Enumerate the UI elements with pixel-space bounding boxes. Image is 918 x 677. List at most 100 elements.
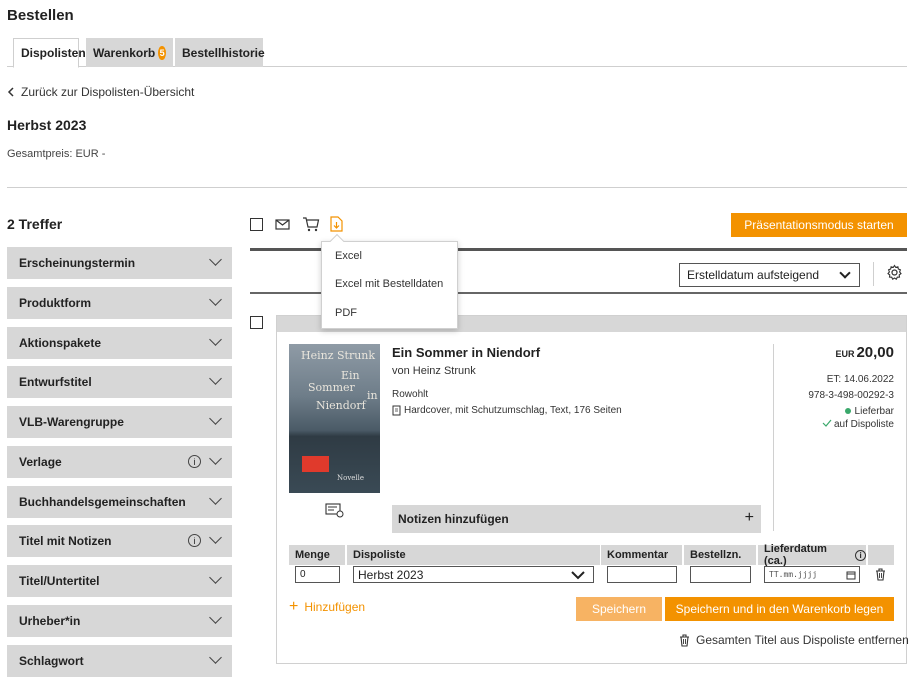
chevron-down-icon	[209, 651, 222, 664]
column-header: Dispoliste	[347, 545, 600, 565]
save-button[interactable]: Speichern	[576, 597, 662, 621]
quantity-input[interactable]: 0	[295, 566, 340, 583]
book-publisher: Rowohlt	[392, 389, 429, 400]
filter-entwurfstitel[interactable]: Entwurfstitel	[7, 366, 232, 398]
trash-icon[interactable]	[875, 568, 886, 581]
results-count: 2 Treffer	[7, 216, 63, 232]
page-title: Bestellen	[7, 7, 74, 24]
filter-label: Titel mit Notizen	[19, 534, 112, 548]
release-date: ET: 14.06.2022	[826, 374, 894, 385]
gear-icon[interactable]	[886, 264, 903, 281]
filter-verlage[interactable]: Verlage i	[7, 446, 232, 478]
book-author: von Heinz Strunk	[392, 365, 476, 377]
select-all-checkbox[interactable]	[250, 218, 263, 231]
info-icon[interactable]: i	[188, 534, 201, 547]
presentation-mode-button[interactable]: Präsentationsmodus starten	[731, 213, 907, 237]
availability-text: Lieferbar	[854, 406, 894, 417]
menu-item-pdf[interactable]: PDF	[335, 307, 357, 319]
filter-titel-mit-notizen[interactable]: Titel mit Notizen i	[7, 525, 232, 557]
filter-label: Titel/Untertitel	[19, 574, 100, 588]
trash-icon	[680, 633, 689, 647]
tab-bar: Dispolisten Warenkorb 5 Bestellhistorie	[7, 38, 907, 68]
remove-title-link[interactable]: Gesamten Titel aus Dispoliste entfernen	[679, 633, 909, 647]
book-format-text: Hardcover, mit Schutzumschlag, Text, 176…	[404, 405, 622, 416]
book-icon	[392, 405, 401, 416]
info-icon[interactable]: i	[188, 455, 201, 468]
save-and-add-to-cart-button[interactable]: Speichern und in den Warenkorb legen	[665, 597, 894, 621]
filter-buchhandelsgemeinschaften[interactable]: Buchhandelsgemeinschaften	[7, 486, 232, 518]
cart-count-badge: 5	[158, 45, 166, 60]
dispoliste-value: Herbst 2023	[358, 567, 424, 582]
chevron-down-icon	[209, 333, 222, 346]
on-list-status: auf Dispoliste	[822, 419, 894, 430]
column-header-empty	[868, 545, 894, 565]
chevron-down-icon	[209, 611, 222, 624]
tab-dispolisten[interactable]: Dispolisten	[13, 38, 86, 68]
status-dot	[844, 408, 851, 415]
filter-vlb-warengruppe[interactable]: VLB-Warengruppe	[7, 406, 232, 438]
chevron-left-icon	[7, 87, 14, 97]
divider	[873, 262, 874, 286]
chevron-down-icon	[209, 412, 222, 425]
cover-title-line: Niendorf	[316, 399, 366, 412]
filter-titel-untertitel[interactable]: Titel/Untertitel	[7, 565, 232, 597]
chevron-down-icon	[209, 253, 222, 266]
price-value: 20,00	[856, 344, 894, 361]
column-header: Menge	[289, 545, 345, 565]
chevron-down-icon	[571, 571, 585, 580]
tab-label: Dispolisten	[21, 46, 86, 60]
chevron-down-icon	[839, 267, 851, 279]
add-notes-button[interactable]: Notizen hinzufügen +	[392, 505, 761, 533]
plus-icon: +	[744, 509, 754, 526]
filter-label: Urheber*in	[19, 614, 81, 628]
divider	[7, 187, 907, 188]
back-link[interactable]: Zurück zur Dispolisten-Übersicht	[7, 85, 194, 99]
cart-icon[interactable]	[302, 216, 320, 232]
filter-label: Produktform	[19, 296, 91, 310]
filter-label: Schlagwort	[19, 654, 84, 668]
note-card-icon[interactable]	[325, 502, 345, 518]
filter-label: Erscheinungstermin	[19, 256, 136, 270]
filter-urheber[interactable]: Urheber*in	[7, 605, 232, 637]
availability-status: Lieferbar	[844, 406, 894, 417]
download-icon[interactable]	[330, 216, 343, 232]
filter-produktform[interactable]: Produktform	[7, 287, 232, 319]
tab-label: Warenkorb	[93, 45, 156, 60]
mail-icon[interactable]	[275, 218, 290, 231]
add-row-link[interactable]: + Hinzufügen	[289, 598, 365, 616]
cover-sticker	[302, 456, 329, 472]
back-link-label: Zurück zur Dispolisten-Übersicht	[21, 85, 195, 99]
filter-label: VLB-Warengruppe	[19, 415, 124, 429]
tab-warenkorb[interactable]: Warenkorb 5	[86, 38, 173, 67]
tab-bestellhistorie[interactable]: Bestellhistorie	[175, 38, 265, 67]
comment-input[interactable]	[607, 566, 677, 583]
currency: EUR	[835, 349, 855, 359]
filter-aktionspakete[interactable]: Aktionspakete	[7, 327, 232, 359]
cover-genre: Novelle	[337, 474, 365, 482]
cover-title-line: in	[367, 389, 378, 402]
item-checkbox[interactable]	[250, 316, 263, 329]
dispoliste-select[interactable]: Herbst 2023	[353, 566, 594, 583]
menu-item-excel[interactable]: Excel	[335, 250, 362, 262]
notes-label: Notizen hinzufügen	[398, 512, 509, 526]
book-title[interactable]: Ein Sommer in Niendorf	[392, 345, 540, 360]
filter-schlagwort[interactable]: Schlagwort	[7, 645, 232, 677]
delivery-date-input[interactable]: TT.mm.jjjj	[764, 566, 860, 583]
sort-select[interactable]: Erstelldatum aufsteigend	[679, 263, 860, 287]
book-cover[interactable]: Heinz Strunk Ein Sommer in Niendorf Nove…	[289, 344, 380, 493]
on-list-text: auf Dispoliste	[833, 419, 894, 430]
isbn: 978-3-498-00292-3	[808, 390, 894, 401]
menu-item-excel-bestelldaten[interactable]: Excel mit Bestelldaten	[335, 278, 443, 290]
chevron-down-icon	[209, 531, 222, 544]
calendar-icon[interactable]	[846, 570, 856, 580]
column-header-label: Lieferdatum (ca.)	[764, 543, 827, 567]
cover-title-line: Sommer	[308, 381, 355, 394]
menu-arrow	[329, 233, 345, 249]
info-icon[interactable]: i	[855, 549, 866, 561]
filter-label: Buchhandelsgemeinschaften	[19, 495, 186, 509]
total-price: Gesamtpreis: EUR -	[7, 148, 106, 160]
divider	[773, 344, 774, 531]
export-menu: Excel Excel mit Bestelldaten PDF	[321, 233, 458, 329]
filter-erscheinungstermin[interactable]: Erscheinungstermin	[7, 247, 232, 279]
order-sign-input[interactable]	[690, 566, 751, 583]
